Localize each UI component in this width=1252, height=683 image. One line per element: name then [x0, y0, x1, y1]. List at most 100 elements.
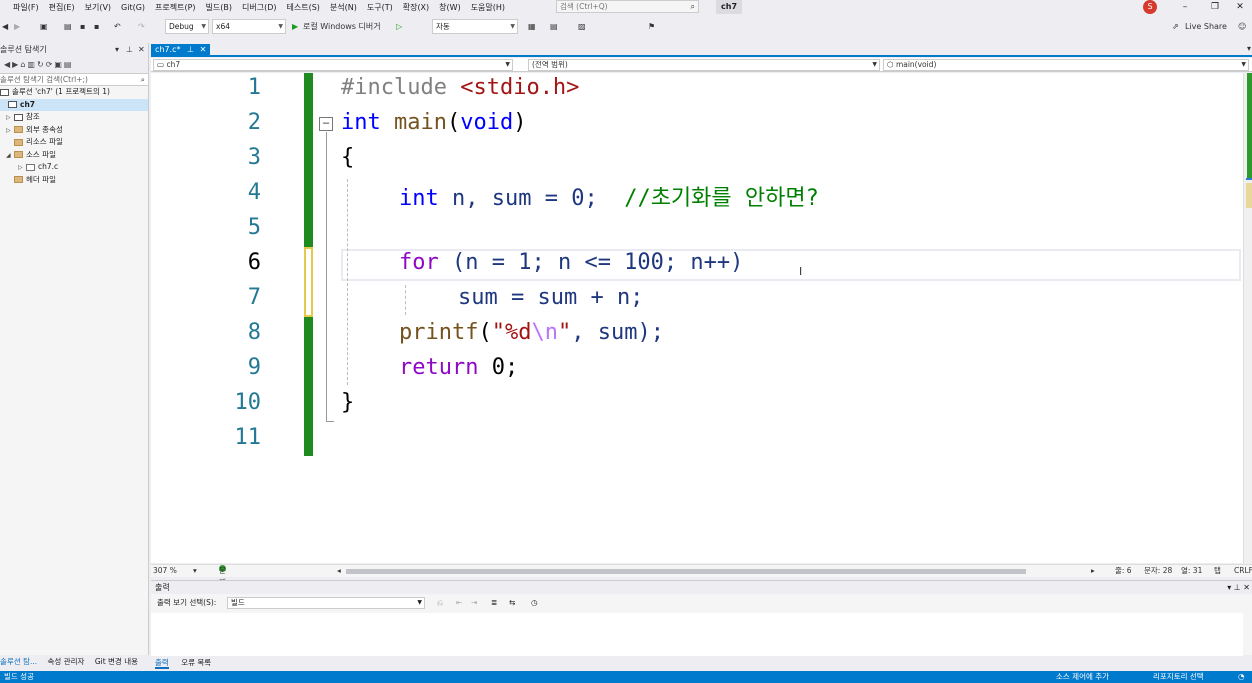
- code-line-2: int main(void): [341, 110, 526, 135]
- zoom-level[interactable]: 307 %: [153, 565, 177, 577]
- forward-icon[interactable]: ▶: [14, 19, 20, 34]
- save-all-icon[interactable]: ▪: [94, 19, 99, 34]
- toolbar-tool-icon[interactable]: ▦: [528, 19, 536, 34]
- collapse-icon[interactable]: ▣: [54, 60, 64, 69]
- open-folder-icon[interactable]: ▤: [64, 19, 72, 34]
- code-line-6: for (n = 1; n <= 100; n++): [399, 250, 743, 275]
- menu-tools[interactable]: 도구(T): [362, 2, 398, 13]
- tree-item-external-deps[interactable]: ▷ 외부 종속성: [0, 124, 148, 137]
- horizontal-scrollbar-thumb[interactable]: [346, 569, 1026, 574]
- scroll-right-icon[interactable]: ▸: [1091, 565, 1095, 577]
- tab-list-dropdown-icon[interactable]: ▾: [1247, 44, 1251, 53]
- nav-project-select[interactable]: ▭ ch7 ▼: [153, 59, 513, 71]
- feedback-icon[interactable]: ☺: [1238, 19, 1246, 34]
- undo-icon[interactable]: ↶: [114, 19, 121, 34]
- properties-icon[interactable]: ▤: [64, 60, 74, 69]
- menu-test[interactable]: 테스트(S): [282, 2, 325, 13]
- close-icon[interactable]: ✕: [138, 43, 145, 57]
- menu-analyze[interactable]: 분석(N): [325, 2, 362, 13]
- solution-search-input[interactable]: 솔루션 탐색기 검색(Ctrl+;) ⌕: [0, 73, 148, 86]
- solution-node[interactable]: 솔루션 'ch7' (1 프로젝트의 1): [0, 86, 148, 99]
- nav-scope-select[interactable]: (전역 범위) ▼: [528, 59, 880, 71]
- solution-search-placeholder: 솔루션 탐색기 검색(Ctrl+;): [0, 75, 88, 84]
- menu-window[interactable]: 창(W): [434, 2, 466, 13]
- back-icon[interactable]: ◀: [2, 19, 8, 34]
- auto-select[interactable]: 자동 ▼: [432, 19, 518, 34]
- editor-vertical-scrollbar[interactable]: [1243, 73, 1252, 563]
- toolbar-tool-icon[interactable]: ▨: [578, 19, 586, 34]
- output-source-select[interactable]: 빌드 ▼: [227, 597, 425, 609]
- menu-debug[interactable]: 디버그(D): [237, 2, 281, 13]
- word-wrap-icon[interactable]: ⇆: [509, 594, 515, 612]
- clear-all-icon[interactable]: ≣: [491, 594, 497, 612]
- scroll-left-icon[interactable]: ◂: [337, 565, 341, 577]
- tree-item-source-files[interactable]: ◢ 소스 파일: [0, 149, 148, 162]
- account-avatar[interactable]: S: [1143, 0, 1157, 14]
- sync-icon[interactable]: ↻: [37, 60, 46, 69]
- add-source-control-button[interactable]: 소스 제어에 추가: [1056, 671, 1109, 683]
- switch-views-icon[interactable]: ▥: [27, 60, 37, 69]
- nav-function-select[interactable]: ⬡ main(void) ▼: [883, 59, 1249, 71]
- live-share-icon[interactable]: ⇗: [1172, 19, 1179, 34]
- tab-error-list[interactable]: 오류 목록: [181, 658, 211, 667]
- save-icon[interactable]: ▪: [80, 19, 85, 34]
- output-text-area[interactable]: [151, 613, 1243, 656]
- timestamp-icon[interactable]: ◷: [531, 594, 538, 612]
- menu-build[interactable]: 빌드(B): [201, 2, 237, 13]
- menu-help[interactable]: 도움말(H): [466, 2, 510, 13]
- tab-label: ch7.c*: [155, 45, 181, 54]
- tree-item-header-files[interactable]: 헤더 파일: [0, 174, 148, 187]
- panel-controls[interactable]: ▾ ⊥ ✕: [1227, 581, 1250, 594]
- zoom-dropdown-icon[interactable]: ▾: [193, 565, 197, 577]
- redo-icon[interactable]: ↷: [138, 19, 145, 34]
- tree-item-label: 리소스 파일: [26, 137, 63, 146]
- chevron-down-icon: ▼: [417, 599, 422, 606]
- new-project-icon[interactable]: ▣: [40, 19, 48, 34]
- notifications-icon[interactable]: ◔: [1238, 671, 1245, 683]
- pin-icon[interactable]: ⊥: [187, 45, 194, 54]
- pin-icon[interactable]: ⊥: [126, 43, 133, 57]
- run-without-debug-icon[interactable]: ▷: [396, 19, 402, 34]
- dropdown-icon[interactable]: ▾: [115, 43, 119, 57]
- minimize-icon[interactable]: –: [1170, 0, 1200, 14]
- close-icon[interactable]: ✕: [200, 45, 207, 54]
- tree-item-ch7-c[interactable]: ▷ ch7.c: [0, 161, 148, 174]
- tree-item-resource-files[interactable]: 리소스 파일: [0, 136, 148, 149]
- tab-output[interactable]: 출력: [155, 658, 169, 669]
- tree-item-references[interactable]: ▷ 참조: [0, 111, 148, 124]
- col-indicator: 열: 31: [1181, 566, 1203, 575]
- tab-ch7-c[interactable]: ch7.c* ⊥ ✕: [151, 44, 211, 56]
- folder-icon: [14, 126, 23, 133]
- prev-message-icon[interactable]: ⇤: [456, 594, 462, 612]
- platform-select[interactable]: x64 ▼: [212, 19, 286, 34]
- menu-edit[interactable]: 편집(E): [44, 2, 80, 13]
- collapse-outline-icon[interactable]: −: [319, 117, 333, 131]
- editor-navigation-bar: ▭ ch7 ▼ (전역 범위) ▼ ⬡ main(void) ▼: [151, 58, 1252, 72]
- tab-property-manager[interactable]: 속성 관리자: [48, 657, 85, 666]
- menu-git[interactable]: Git(G): [116, 3, 150, 12]
- menu-file[interactable]: 파일(F): [8, 2, 44, 13]
- eol-indicator[interactable]: CRLF: [1234, 565, 1252, 577]
- find-message-icon[interactable]: ⎌: [437, 594, 443, 612]
- chevron-down-icon: ▼: [278, 23, 283, 30]
- tab-indicator[interactable]: 탭: [1214, 565, 1221, 577]
- tab-git-changes[interactable]: Git 변경 내용: [95, 657, 138, 666]
- close-icon[interactable]: ✕: [1225, 0, 1252, 14]
- toolbar-tool-icon[interactable]: ▤: [550, 19, 558, 34]
- play-icon[interactable]: ▶: [292, 19, 298, 34]
- tab-solution-explorer[interactable]: 솔루션 탐...: [0, 657, 37, 666]
- scrollbar-thumb[interactable]: [1246, 183, 1252, 208]
- select-repo-button[interactable]: 리포지토리 선택: [1153, 671, 1204, 683]
- code-editor[interactable]: 1 2 3 4 5 6 7 8 9 10 11 − #include <stdi…: [151, 73, 1243, 563]
- project-node[interactable]: ch7: [0, 98, 148, 111]
- menu-project[interactable]: 프로젝트(P): [150, 2, 201, 13]
- config-select[interactable]: Debug ▼: [165, 19, 209, 34]
- bookmark-icon[interactable]: ⚑: [648, 19, 655, 34]
- live-share-button[interactable]: Live Share: [1185, 19, 1227, 34]
- menu-view[interactable]: 보기(V): [80, 2, 116, 13]
- menu-extensions[interactable]: 확장(X): [398, 2, 434, 13]
- next-message-icon[interactable]: ⇥: [471, 594, 477, 612]
- start-debug-button[interactable]: 로컬 Windows 디버거: [303, 19, 381, 34]
- global-search-input[interactable]: 검색 (Ctrl+Q) ⌕: [556, 0, 699, 13]
- back-icon[interactable]: ◀: [4, 60, 12, 69]
